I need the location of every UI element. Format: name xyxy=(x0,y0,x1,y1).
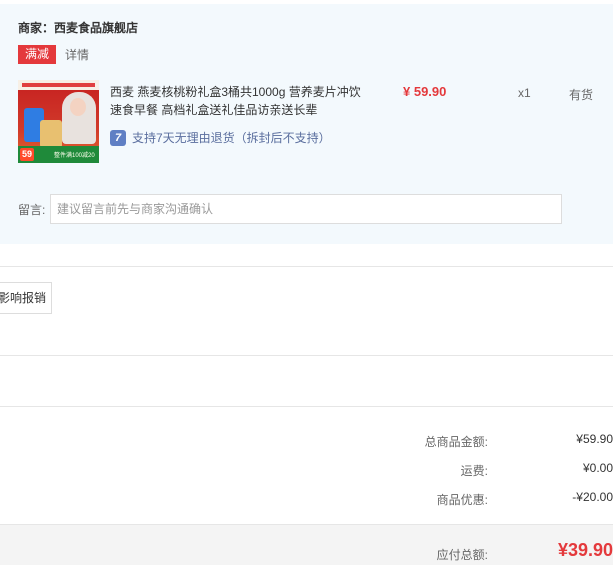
product-quantity: x1 xyxy=(518,86,531,100)
payable-bar: 应付总额: ¥39.90 xyxy=(0,524,613,565)
goods-total-label: 总商品金额: xyxy=(424,435,488,449)
payable-value: ¥39.90 xyxy=(557,540,613,560)
product-image-giftbox xyxy=(40,120,62,148)
section-divider xyxy=(0,266,613,267)
product-image-price-badge: 59 xyxy=(20,148,35,161)
shipping-value: ¥0.00 xyxy=(582,461,613,475)
promo-detail-link[interactable]: 详情 xyxy=(65,46,89,63)
goods-total-value: ¥59.90 xyxy=(576,432,613,446)
payable-label: 应付总额: xyxy=(436,548,488,562)
remark-input[interactable] xyxy=(50,194,562,224)
promo-tag: 满减 xyxy=(18,45,56,64)
shop-order-panel: 商家：西麦食品旗舰店 满减 详情 59 整件满100减20 西麦 燕麦核桃粉礼盒… xyxy=(0,4,613,244)
shipping-label: 运费: xyxy=(460,464,488,478)
remark-label: 留言: xyxy=(18,203,46,217)
section-divider xyxy=(0,355,613,356)
product-price: ¥ 59.90 xyxy=(403,84,447,99)
return-policy: 7 支持7天无理由退货（拆封后不支持） xyxy=(110,129,331,146)
invoice-button[interactable]: 影响报销 xyxy=(0,282,52,314)
discount-label: 商品优惠: xyxy=(436,493,488,507)
product-title-link[interactable]: 西麦 燕麦核桃粉礼盒3桶共1000g 营养麦片冲饮速食早餐 高档礼盒送礼佳品访亲… xyxy=(110,83,362,119)
product-image-banner-text: 整件满100减20 xyxy=(54,153,95,159)
stock-status: 有货 xyxy=(569,88,594,102)
order-confirm-page: 商家：西麦食品旗舰店 满减 详情 59 整件满100减20 西麦 燕麦核桃粉礼盒… xyxy=(0,0,613,565)
return-policy-text: 支持7天无理由退货（拆封后不支持） xyxy=(132,131,331,145)
seven-day-return-icon: 7 xyxy=(110,129,126,146)
discount-value: -¥20.00 xyxy=(572,490,613,504)
product-image-model-face xyxy=(70,98,86,116)
product-image[interactable]: 59 整件满100减20 xyxy=(18,80,99,163)
product-image-header xyxy=(18,80,99,90)
section-divider xyxy=(0,406,613,407)
shop-name: 商家：西麦食品旗舰店 xyxy=(18,21,139,35)
